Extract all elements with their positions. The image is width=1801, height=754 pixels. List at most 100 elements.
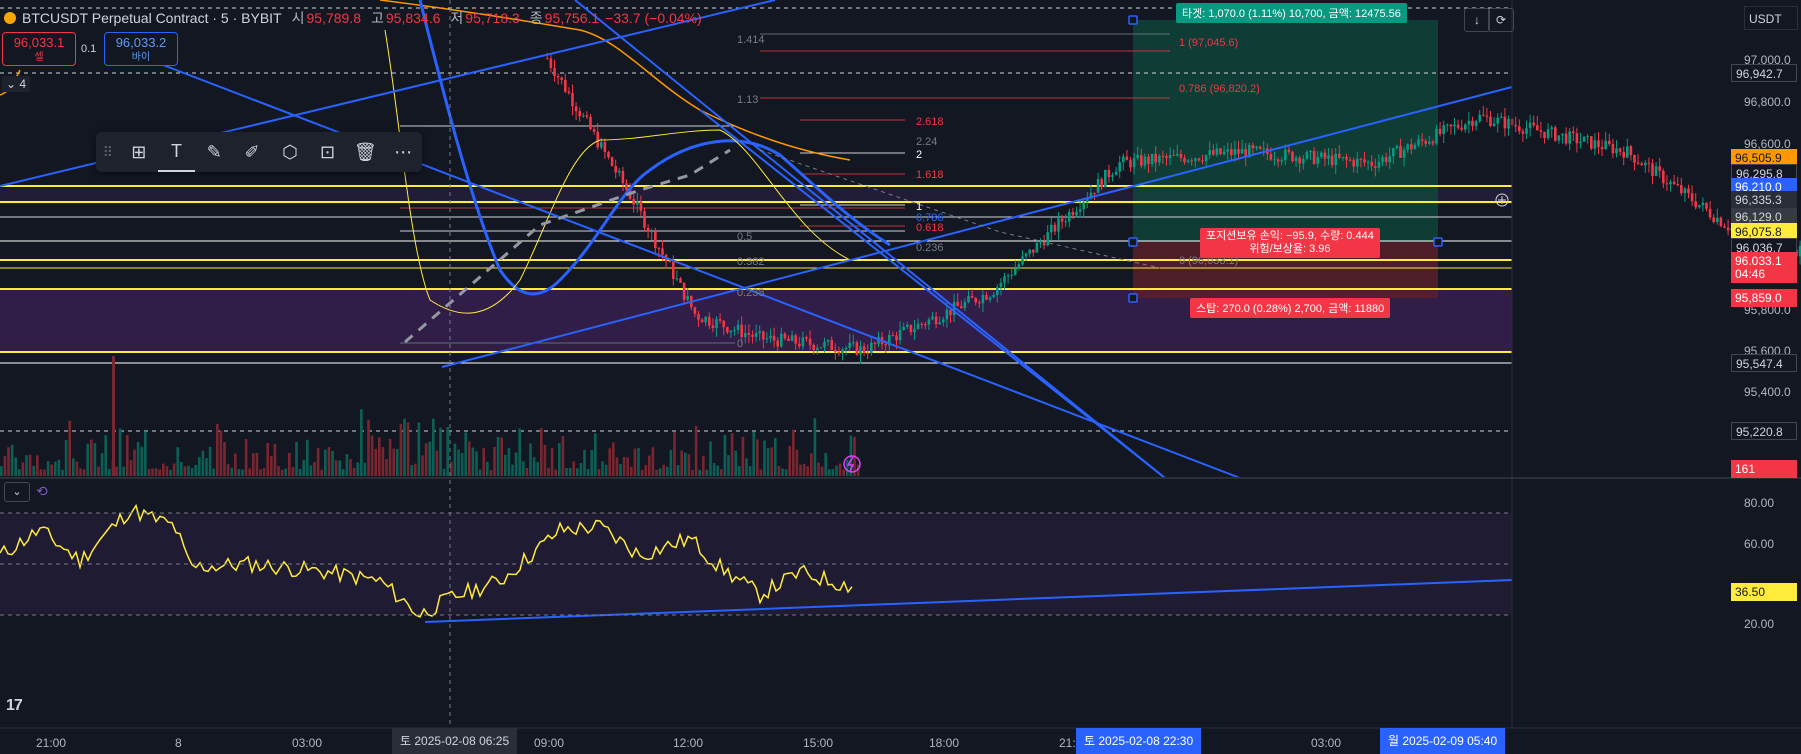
candle-body xyxy=(1564,133,1568,144)
candle-body xyxy=(1104,169,1107,188)
candle-body xyxy=(826,340,830,342)
candle-body xyxy=(1417,139,1420,145)
trash-icon[interactable]: 🗑 xyxy=(346,132,384,172)
volume-bar xyxy=(363,462,367,476)
buy-button[interactable]: 96,033.2 바이 xyxy=(104,32,178,66)
time-axis-tick: 12:00 xyxy=(673,736,704,750)
more-icon[interactable]: ⋯ xyxy=(384,132,422,172)
fill-color-icon[interactable]: ✎ xyxy=(195,132,233,172)
candle-body xyxy=(1680,185,1683,194)
volume-bar xyxy=(734,450,737,476)
candle-body xyxy=(1539,130,1543,132)
candle-body xyxy=(1608,140,1611,145)
candle-body xyxy=(1572,131,1575,134)
candle-body xyxy=(1615,148,1618,154)
indicator-counter[interactable]: ⌄ 4 xyxy=(2,76,31,92)
settings-icon[interactable]: ⬡ xyxy=(271,132,309,172)
candle-body xyxy=(974,297,977,303)
volume-bar xyxy=(205,458,208,476)
volume-bar xyxy=(784,469,788,476)
chevron-down-icon[interactable]: ⌄ xyxy=(12,486,21,498)
candle-body xyxy=(582,115,585,117)
volume-bar xyxy=(565,468,568,476)
candle-body xyxy=(1406,144,1409,150)
volume-bar xyxy=(28,454,32,476)
volume-bar xyxy=(763,440,766,476)
candle-body xyxy=(830,340,833,350)
volume-bar xyxy=(410,465,413,476)
candle-body xyxy=(1255,146,1258,149)
candle-body xyxy=(1071,211,1075,216)
drawing-toolbar: ⠿ ⊞ T ✎ ✐ ⬡ ⊡ 🗑 ⋯ xyxy=(96,132,422,172)
candle-body xyxy=(1460,127,1463,130)
volume-bar xyxy=(284,468,287,476)
candle-body xyxy=(1683,188,1687,194)
candle-body xyxy=(895,335,898,341)
volume-bar xyxy=(828,469,831,476)
candle-body xyxy=(1280,160,1283,162)
candle-body xyxy=(927,319,931,325)
volume-bar xyxy=(446,426,449,476)
candle-body xyxy=(956,301,959,307)
buy-price: 96,033.2 xyxy=(115,35,167,50)
volume-bar xyxy=(442,468,446,476)
drag-handle-icon[interactable]: ⠿ xyxy=(96,132,120,172)
volume-bar xyxy=(612,442,615,476)
volume-bar xyxy=(388,438,392,476)
candle-body xyxy=(1575,133,1579,144)
candle-body xyxy=(1586,136,1589,138)
candle-body xyxy=(1442,125,1445,134)
volume-bar xyxy=(608,448,611,476)
candle-body xyxy=(632,198,635,205)
volume-bar xyxy=(817,462,820,476)
refresh-indicator-icon[interactable]: ⟲ xyxy=(36,483,48,500)
lock-icon[interactable]: ⊡ xyxy=(309,132,347,172)
high-value: 95,834.6 xyxy=(385,10,441,26)
line-color-icon[interactable]: ✐ xyxy=(233,132,271,172)
tradingview-logo-icon[interactable]: 17 xyxy=(6,697,23,715)
candle-body xyxy=(549,58,553,68)
volume-bar xyxy=(637,447,640,476)
candle-body xyxy=(553,67,556,77)
candle-body xyxy=(1075,211,1078,216)
candle-body xyxy=(1716,217,1719,223)
volume-bar xyxy=(370,435,374,476)
candle-body xyxy=(1006,275,1010,277)
candle-body xyxy=(819,347,823,349)
fib-price-label: 1 (97,045.6) xyxy=(1179,37,1239,49)
candle-body xyxy=(913,329,916,333)
volume-bar xyxy=(90,439,93,476)
volume-bar xyxy=(626,457,629,476)
candle-body xyxy=(556,76,560,78)
arrow-down-icon[interactable]: ↓ xyxy=(1464,8,1490,32)
sell-button[interactable]: 96,033.1 셀 xyxy=(2,32,76,66)
candle-body xyxy=(1604,140,1607,150)
volume-bar xyxy=(385,459,388,476)
candle-body xyxy=(1402,149,1406,158)
candle-body xyxy=(567,91,571,94)
candle-body xyxy=(1532,122,1535,126)
stop-label: 스탑: 270.0 (0.28%) 2,700, 금액: 11880 xyxy=(1190,298,1391,318)
candle-body xyxy=(1424,140,1427,144)
chart-canvas[interactable] xyxy=(0,0,1801,754)
volume-bar xyxy=(846,459,849,476)
volume-bar xyxy=(619,463,622,476)
currency-select[interactable]: USDT xyxy=(1744,6,1798,30)
symbol-title[interactable]: BTCUSDT Perpetual Contract · 5 · BYBIT xyxy=(22,10,282,26)
text-icon[interactable]: T xyxy=(157,132,196,172)
fib-level-label: 0.618 xyxy=(916,222,944,234)
volume-bar xyxy=(144,431,147,476)
volume-bar xyxy=(630,466,633,476)
price-axis-label: 96,335.3 xyxy=(1731,191,1797,209)
template-icon[interactable]: ⊞ xyxy=(120,132,158,172)
refresh-icon[interactable]: ⟳ xyxy=(1488,8,1514,32)
candle-body xyxy=(787,338,790,341)
candle-body xyxy=(1136,154,1139,159)
volume-bar xyxy=(838,463,842,476)
candle-body xyxy=(1374,166,1377,168)
volume-bar xyxy=(831,469,835,476)
candle-body xyxy=(1118,162,1121,172)
candle-body xyxy=(988,297,992,300)
crosshair-time-label: 토 2025-02-08 06:25 xyxy=(392,728,518,754)
candle-body xyxy=(1060,218,1064,222)
